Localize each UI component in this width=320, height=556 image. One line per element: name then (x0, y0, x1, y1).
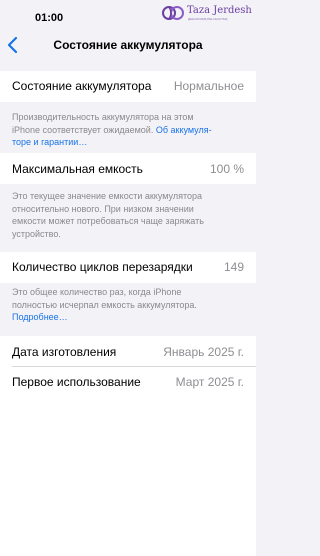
note-line: полностью исчерпал емкость аккумулятора. (12, 299, 197, 310)
note-line: устройство. (12, 228, 61, 239)
empty-content-area (0, 395, 256, 556)
note-text: iPhone соответствует ожидаемой. (12, 124, 156, 135)
cycle-count-value: 149 (223, 260, 244, 274)
max-capacity-group: Максимальная емкость 100 % (0, 153, 256, 184)
note-line: относительно нового. При низком значении (12, 203, 194, 214)
watermark: Taza Jerdesh ДЕНСАУЛЫҚ ПЕН ЖАСТЫҚ (162, 2, 256, 26)
note-line: емкости может потребоваться чаще заряжат… (12, 216, 204, 226)
first-use-value: Март 2025 г. (175, 375, 244, 389)
cycle-count-note: Это общее количество раз, когда iPhone п… (12, 286, 248, 324)
note-line: iPhone соответствует ожидаемой. Об аккум… (12, 124, 248, 137)
max-capacity-note: Это текущее значение емкости аккумулятор… (12, 190, 248, 240)
cycle-count-group: Количество циклов перезарядки 149 (0, 252, 256, 283)
manufacture-date-label: Дата изготовления (12, 345, 117, 359)
divider (12, 366, 256, 367)
battery-warranty-link-cont[interactable]: торе и гарантии… (12, 136, 248, 149)
dates-group: Дата изготовления Январь 2025 г. Первое … (0, 336, 256, 396)
max-capacity-label: Максимальная емкость (12, 162, 143, 176)
status-bar: 01:00 Taza Jerdesh ДЕНСАУЛЫҚ ПЕН ЖАСТЫҚ (0, 0, 256, 30)
max-capacity-row: Максимальная емкость 100 % (12, 162, 244, 178)
watermark-name: Taza Jerdesh (187, 5, 252, 16)
manufacture-date-value: Январь 2025 г. (163, 345, 244, 359)
manufacture-date-row: Дата изготовления Январь 2025 г. (12, 345, 244, 361)
watermark-tagline: ДЕНСАУЛЫҚ ПЕН ЖАСТЫҚ (188, 17, 228, 21)
more-info-link[interactable]: Подробнее… (12, 311, 248, 324)
status-time: 01:00 (35, 12, 64, 24)
cycle-count-row: Количество циклов перезарядки 149 (12, 260, 244, 276)
navigation-bar: Состояние аккумулятора (0, 30, 256, 60)
battery-health-note: Производительность аккумулятора на этом … (12, 111, 248, 149)
battery-warranty-link[interactable]: Об аккумуля- (156, 125, 212, 135)
max-capacity-value: 100 % (209, 162, 244, 176)
battery-health-row[interactable]: Состояние аккумулятора Нормальное (12, 79, 244, 95)
cycle-count-label: Количество циклов перезарядки (12, 260, 193, 274)
watermark-logo-icon (162, 6, 184, 20)
note-line: Производительность аккумулятора на этом (12, 112, 194, 122)
note-line: Это текущее значение емкости аккумулятор… (12, 191, 202, 201)
battery-health-group: Состояние аккумулятора Нормальное (0, 71, 256, 102)
battery-health-value: Нормальное (173, 79, 244, 93)
page-title: Состояние аккумулятора (53, 38, 203, 52)
battery-health-label: Состояние аккумулятора (12, 79, 152, 93)
first-use-label: Первое использование (12, 375, 141, 389)
first-use-row: Первое использование Март 2025 г. (12, 375, 244, 391)
note-line: Это общее количество раз, когда iPhone (12, 287, 182, 297)
